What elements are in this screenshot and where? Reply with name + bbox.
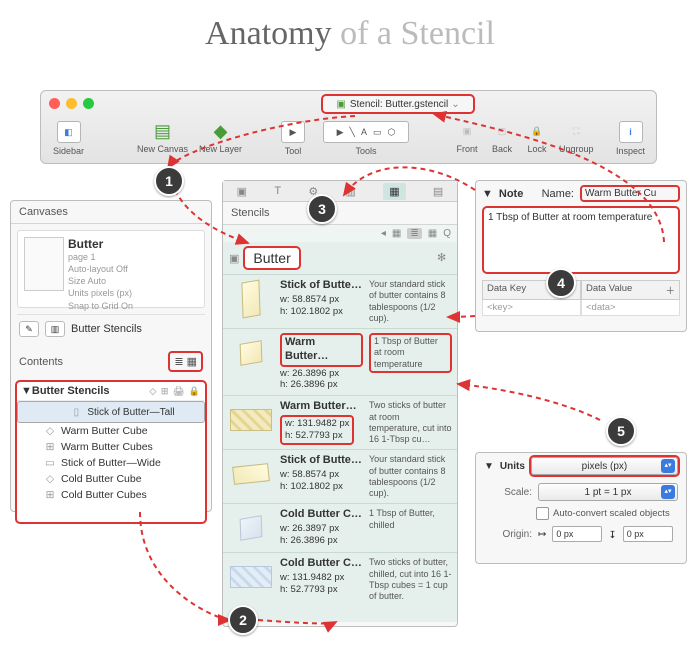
tool-button[interactable]: ▶Tool	[281, 121, 305, 156]
note-header: Note	[499, 188, 523, 200]
canvas-card[interactable]: Butter page 1 Auto-layout Off Size Auto …	[17, 230, 205, 308]
callout-badge-3: 3	[307, 194, 337, 224]
stencils-panel: ▣T ⚙▥ ▦▤ Stencils ◂▦≣▦Q ▣ Butter ✻ Stick…	[222, 180, 458, 627]
units-select[interactable]: pixels (px)▴▾	[531, 457, 678, 475]
layer-row[interactable]: ✎ ▥ Butter Stencils	[17, 314, 205, 343]
callout-badge-1: 1	[154, 166, 184, 196]
minimize-icon[interactable]	[66, 98, 77, 109]
back-button[interactable]: ▢Back	[491, 121, 513, 154]
units-panel: ▼Units pixels (px)▴▾ Scale: 1 pt = 1 px▴…	[475, 452, 687, 564]
list-item[interactable]: ⊞Warm Butter Cubes	[17, 439, 205, 455]
contents-view-toggle[interactable]: ≣ ▦	[168, 351, 203, 372]
stencil-category[interactable]: Butter	[243, 246, 300, 270]
list-item[interactable]: ◇Cold Butter Cube	[17, 471, 205, 487]
contents-label: Contents	[19, 356, 63, 368]
gear-icon[interactable]: ✻	[437, 251, 451, 265]
inspect-button[interactable]: iInspect	[616, 121, 645, 156]
visibility-icon[interactable]: ▥	[45, 321, 65, 337]
grid-view-icon[interactable]: ▦	[187, 355, 197, 368]
list-item[interactable]: ▭Stick of Butter—Wide	[17, 455, 205, 471]
stencil-file-icon: ▣	[336, 99, 345, 110]
callout-badge-2: 2	[228, 605, 258, 635]
callout-badge-5: 5	[606, 416, 636, 446]
tab-icon[interactable]: ▣	[237, 185, 247, 198]
stencil-name-field[interactable]: Warm Butter Cu	[580, 185, 680, 202]
tab-icon[interactable]: T	[274, 185, 281, 197]
document-title[interactable]: ▣ Stencil: Butter.gstencil ⌄	[321, 94, 475, 114]
new-canvas-button[interactable]: ▤New Canvas	[137, 121, 188, 154]
new-layer-button[interactable]: ◆New Layer	[199, 121, 242, 154]
callout-badge-4: 4	[546, 268, 576, 298]
close-icon[interactable]	[49, 98, 60, 109]
auto-convert-checkbox[interactable]: Auto-convert scaled objects	[476, 505, 686, 522]
window-toolbar: ▣ Stencil: Butter.gstencil ⌄ ◧Sidebar ▤N…	[40, 90, 657, 164]
canvas-thumbnail	[24, 237, 64, 291]
data-key-field[interactable]: <key>	[482, 300, 581, 316]
stencil-row[interactable]: Warm Butter…w: 131.9482 pxh: 52.7793 px …	[223, 395, 457, 449]
data-value-header: Data Value	[586, 283, 632, 297]
stencil-row[interactable]: Stick of Butte…w: 58.8574 pxh: 102.1802 …	[223, 449, 457, 503]
list-item[interactable]: ◇Warm Butter Cube	[17, 423, 205, 439]
canvases-header: Canvases	[11, 201, 211, 224]
pencil-icon[interactable]: ✎	[19, 321, 39, 337]
note-text-field[interactable]: 1 Tbsp of Butter at room temperature	[482, 206, 680, 274]
window-controls[interactable]	[49, 98, 94, 109]
stencils-label: Stencils	[223, 202, 457, 225]
list-view-icon[interactable]: ≣	[174, 355, 183, 368]
contents-outline[interactable]: ▼ Butter Stencils◇ ⊞ 🖨 🔒 ▯Stick of Butte…	[15, 380, 207, 524]
stencil-row[interactable]: Cold Butter C…w: 131.9482 pxh: 52.7793 p…	[223, 552, 457, 606]
stencil-row[interactable]: Warm Butter…w: 26.3896 pxh: 26.3896 px 1…	[223, 328, 457, 395]
canvases-panel: Canvases Butter page 1 Auto-layout Off S…	[10, 200, 212, 512]
canvas-name: Butter	[68, 237, 198, 251]
stencils-view-toggle[interactable]: ◂▦≣▦Q	[223, 225, 457, 242]
ungroup-button[interactable]: ⛶Ungroup	[559, 121, 594, 154]
add-row-button[interactable]: ＋	[665, 283, 675, 297]
zoom-icon[interactable]	[83, 98, 94, 109]
units-header: Units	[500, 461, 525, 472]
lock-button[interactable]: 🔒Lock	[526, 121, 548, 154]
origin-y-field[interactable]: 0 px	[623, 526, 673, 542]
stencil-row[interactable]: Stick of Butte…w: 58.8574 pxh: 102.1802 …	[223, 274, 457, 328]
origin-x-icon: ↦	[538, 529, 546, 540]
tab-icon[interactable]: ▤	[433, 185, 443, 198]
note-panel: ▼Note Name: Warm Butter Cu 1 Tbsp of But…	[475, 180, 687, 332]
page-title: Anatomy of a Stencil	[0, 15, 700, 53]
name-label: Name:	[542, 188, 574, 200]
list-item[interactable]: ▯Stick of Butter—Tall	[17, 401, 205, 423]
tools-group[interactable]: ▶ ╲ A ▭ ⬡Tools	[321, 121, 411, 156]
origin-y-icon: ↦	[607, 530, 618, 538]
stencil-row[interactable]: Cold Butter C…w: 26.3897 pxh: 26.3896 px…	[223, 503, 457, 552]
inspector-tabs[interactable]: ▣T ⚙▥ ▦▤	[223, 181, 457, 202]
tab-icon[interactable]: ▥	[346, 185, 356, 198]
list-item[interactable]: ⊞Cold Butter Cubes	[17, 487, 205, 503]
sidebar-button[interactable]: ◧Sidebar	[53, 121, 84, 156]
scale-select[interactable]: 1 pt = 1 px▴▾	[538, 483, 678, 501]
tab-stencils-icon[interactable]: ▦	[383, 183, 405, 200]
origin-x-field[interactable]: 0 px	[552, 526, 602, 542]
front-button[interactable]: ▣Front	[456, 121, 478, 154]
data-value-field[interactable]: <data>	[581, 300, 680, 316]
outline-tool-icons[interactable]: ◇ ⊞ 🖨 🔒	[149, 386, 201, 397]
